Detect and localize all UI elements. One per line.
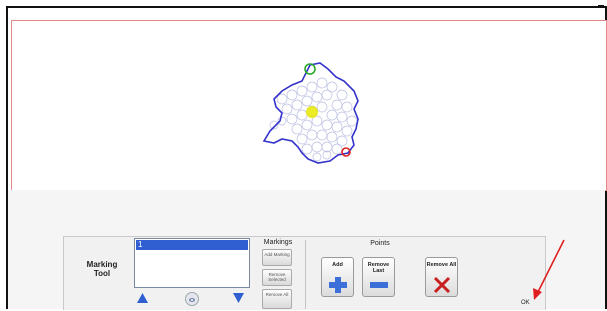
minus-icon	[370, 282, 388, 288]
add-marking-button[interactable]: Add Marking	[262, 249, 292, 266]
remove-all-points-button[interactable]: Remove All	[425, 257, 458, 297]
move-down-icon[interactable]	[233, 293, 244, 303]
marking-tool-label: Marking Tool	[86, 260, 118, 278]
window-corner-mark	[598, 0, 604, 7]
move-up-icon[interactable]	[137, 293, 148, 303]
window-top-border	[6, 6, 607, 8]
marking-overlay	[262, 62, 359, 164]
markings-list-item-selected[interactable]: 1	[136, 240, 248, 250]
points-section-title: Points	[370, 240, 390, 247]
image-canvas[interactable]	[11, 20, 607, 191]
view-marking-icon[interactable]	[185, 292, 199, 306]
section-divider	[305, 240, 306, 309]
remove-last-point-button[interactable]: Remove Last	[362, 257, 395, 297]
remove-selected-button[interactable]: Remove Selected	[262, 269, 292, 286]
remove-last-label: Remove Last	[367, 262, 390, 274]
x-icon	[433, 276, 451, 294]
red-arrow-annotation	[533, 239, 565, 300]
center-marker[interactable]	[306, 106, 318, 118]
markings-list[interactable]: 1	[134, 238, 250, 288]
markings-section-title: Markings	[263, 239, 293, 246]
app-window: Marking Tool 1 Markings Add Marking Remo…	[0, 0, 607, 310]
remove-all-markings-button[interactable]: Remove All	[262, 289, 292, 309]
remove-all-points-label: Remove All	[426, 262, 457, 268]
add-point-label: Add	[332, 262, 343, 268]
add-point-button[interactable]: Add	[321, 257, 354, 297]
plus-icon	[329, 277, 347, 293]
